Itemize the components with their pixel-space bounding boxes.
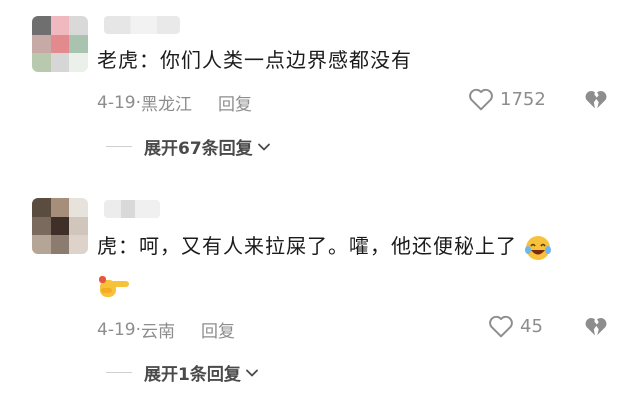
heart-outline-icon <box>489 315 513 338</box>
divider-line <box>106 372 132 373</box>
chevron-down-icon <box>245 369 258 376</box>
avatar[interactable] <box>32 198 88 254</box>
avatar-mosaic-cell <box>32 34 51 54</box>
avatar-mosaic-cell <box>69 34 88 54</box>
expand-label: 展开67条回复 <box>144 139 253 159</box>
avatar-mosaic-cell <box>69 16 88 35</box>
heart-outline-icon <box>469 88 493 111</box>
avatar-mosaic-cell <box>50 16 70 35</box>
comment-date: 4-19 <box>97 319 136 340</box>
like-count: 45 <box>520 315 543 337</box>
avatar-mosaic-cell <box>50 235 70 254</box>
avatar-mosaic-cell <box>32 53 51 72</box>
chevron-down-icon <box>257 143 270 150</box>
avatar-mosaic-cell <box>69 198 88 217</box>
tears-of-joy-emoji <box>525 235 552 260</box>
backhand-index-pointing-right-emoji <box>99 276 129 297</box>
avatar-mosaic-cell <box>69 53 88 72</box>
like-button[interactable]: 1752 <box>468 87 546 111</box>
emoji-line <box>97 272 131 306</box>
avatar-mosaic-cell <box>50 34 70 54</box>
avatar-mosaic-cell <box>69 216 88 236</box>
expand-replies-button[interactable]: 展开67条回复 <box>106 134 271 159</box>
avatar-mosaic-cell <box>50 216 70 236</box>
comment-text: 虎：呵，又有人来拉屎了。嚯，他还便秘上了 <box>97 230 552 262</box>
dislike-button[interactable] <box>583 314 609 342</box>
avatar-mosaic-cell <box>32 216 51 236</box>
reply-button[interactable]: 回复 <box>218 90 252 115</box>
avatar-mosaic-cell <box>69 235 88 254</box>
avatar-mosaic-cell <box>32 16 51 35</box>
comment-text-content: 虎：呵，又有人来拉屎了。嚯，他还便秘上了 <box>97 234 517 258</box>
avatar-mosaic-cell <box>32 235 51 254</box>
like-count: 1752 <box>500 88 546 110</box>
comment-date: 4-19 <box>97 92 136 113</box>
comment-meta: 4-19 · 黑龙江 回复 <box>97 90 252 116</box>
broken-heart-icon <box>585 317 607 336</box>
divider-line <box>106 146 132 147</box>
avatar[interactable] <box>32 16 88 72</box>
dislike-button[interactable] <box>583 87 609 115</box>
avatar-mosaic-cell <box>50 53 70 72</box>
comment-location: 云南 <box>141 322 175 342</box>
avatar-mosaic-cell <box>32 198 51 217</box>
comment-text: 老虎：你们人类一点边界感都没有 <box>97 48 412 72</box>
comment-meta: 4-19 · 云南 回复 <box>97 317 235 343</box>
comment-location: 黑龙江 <box>141 95 192 115</box>
expand-replies-button[interactable]: 展开1条回复 <box>106 360 259 385</box>
username-blurred[interactable] <box>104 200 160 218</box>
like-button[interactable]: 45 <box>488 314 543 338</box>
username-blurred[interactable] <box>104 16 180 34</box>
avatar-mosaic-cell <box>50 198 70 217</box>
broken-heart-icon <box>585 90 607 109</box>
reply-button[interactable]: 回复 <box>201 317 235 342</box>
expand-label: 展开1条回复 <box>144 365 241 385</box>
